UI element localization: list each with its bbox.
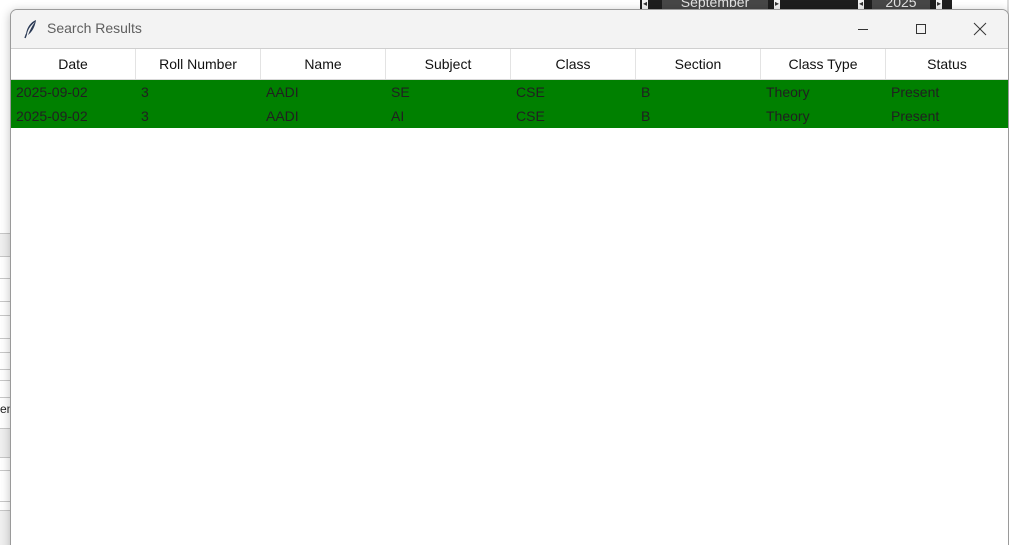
search-results-window: Search Results Date Roll Number Name Sub… [10, 9, 1009, 545]
cell-name: AADI [266, 84, 299, 100]
table-row[interactable]: 2025-09-02 3 AADI SE CSE B Theory Presen… [11, 80, 1008, 104]
cell-class: CSE [516, 84, 545, 100]
column-header-class-type[interactable]: Class Type [761, 49, 886, 79]
column-header-name[interactable]: Name [261, 49, 386, 79]
cell-section: B [641, 108, 651, 124]
cell-class: CSE [516, 108, 545, 124]
cell-roll-number: 3 [141, 108, 149, 124]
cell-roll-number: 3 [141, 84, 149, 100]
minimize-icon [858, 29, 868, 30]
table-body: 2025-09-02 3 AADI SE CSE B Theory Presen… [11, 80, 1008, 128]
column-header-section[interactable]: Section [636, 49, 761, 79]
column-header-subject[interactable]: Subject [386, 49, 511, 79]
close-button[interactable] [957, 10, 1003, 48]
desktop: ◂ September ▸ ◂ 2025 ▸ en Search Results [0, 0, 1009, 545]
cell-date: 2025-09-02 [16, 84, 88, 100]
minimize-button[interactable] [840, 10, 886, 48]
cell-subject: SE [391, 84, 410, 100]
column-header-class[interactable]: Class [511, 49, 636, 79]
cell-section: B [641, 84, 651, 100]
maximize-icon [916, 24, 926, 34]
title-bar[interactable]: Search Results [11, 10, 1008, 48]
close-icon [973, 22, 987, 36]
cell-date: 2025-09-02 [16, 108, 88, 124]
column-header-date[interactable]: Date [11, 49, 136, 79]
maximize-button[interactable] [898, 10, 944, 48]
column-header-roll-number[interactable]: Roll Number [136, 49, 261, 79]
feather-icon [24, 20, 36, 39]
cell-class-type: Theory [766, 108, 810, 124]
cell-subject: AI [391, 108, 405, 124]
results-table[interactable]: Date Roll Number Name Subject Class Sect… [11, 48, 1008, 545]
window-title: Search Results [47, 20, 142, 36]
table-row[interactable]: 2025-09-02 3 AADI AI CSE B Theory Presen… [11, 104, 1008, 128]
cell-class-type: Theory [766, 84, 810, 100]
column-header-status[interactable]: Status [886, 49, 1008, 79]
table-header-row: Date Roll Number Name Subject Class Sect… [11, 49, 1008, 80]
cell-name: AADI [266, 108, 299, 124]
cell-status: Present [891, 84, 940, 100]
cell-status: Present [891, 108, 940, 124]
